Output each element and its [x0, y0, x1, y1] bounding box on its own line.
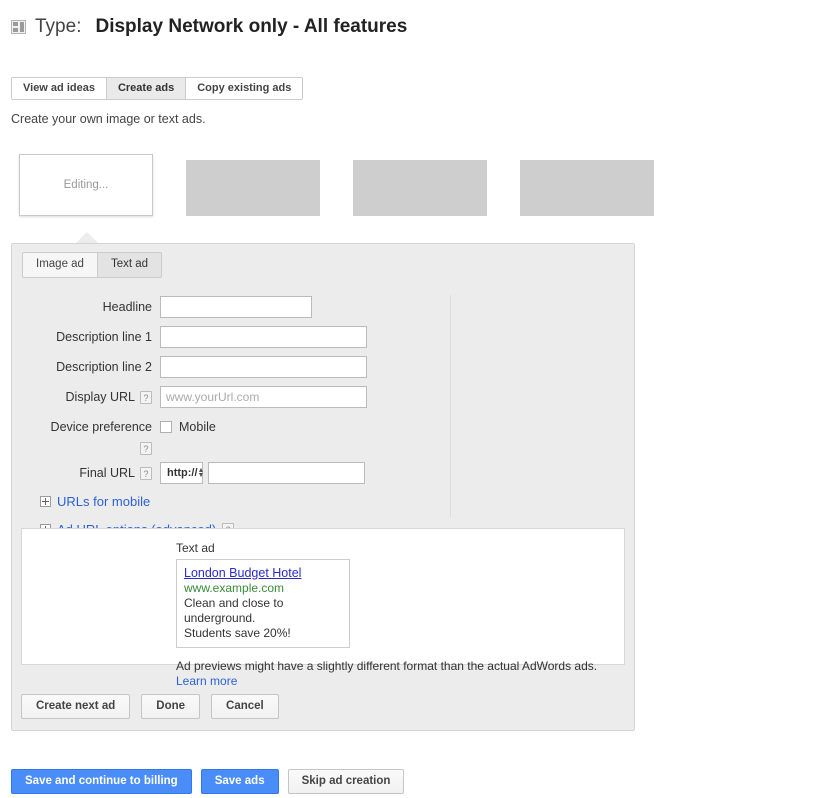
- field-row-headline: Headline: [12, 296, 636, 318]
- device-preference-label: Device preference: [50, 420, 152, 434]
- editor-action-buttons: Create next ad Done Cancel: [21, 694, 279, 719]
- campaign-type-icon: [11, 20, 26, 34]
- ad-preview-url: www.example.com: [184, 581, 285, 595]
- ad-preview-content: Text ad London Budget Hotel www.example.…: [176, 541, 597, 688]
- page-title-value: Display Network only - All features: [95, 16, 408, 37]
- ad-thumbnail-placeholder-3[interactable]: [520, 160, 654, 216]
- ad-preview-line-2: Students save 20%!: [184, 626, 291, 640]
- create-next-ad-button[interactable]: Create next ad: [21, 694, 131, 719]
- final-url-input[interactable]: [208, 462, 365, 484]
- field-row-display-url: Display URL ?: [12, 386, 636, 408]
- ad-editor-panel: Image ad Text ad Headline Description li…: [11, 243, 635, 731]
- field-row-description-2: Description line 2: [12, 356, 636, 378]
- field-row-description-1: Description line 1: [12, 326, 636, 348]
- ad-format-tabs: Image ad Text ad: [22, 252, 163, 278]
- ad-thumbnail-placeholder-1[interactable]: [186, 160, 320, 216]
- page-header: Type: Display Network only - All feature…: [11, 16, 407, 38]
- tab-create-ads[interactable]: Create ads: [106, 78, 187, 99]
- protocol-select[interactable]: http:// ▲ ▼: [160, 462, 205, 484]
- page-action-buttons: Save and continue to billing Save ads Sk…: [11, 769, 405, 794]
- description-line-2-input[interactable]: [160, 356, 367, 378]
- learn-more-link[interactable]: Learn more: [176, 674, 597, 688]
- ad-preview-caption: Text ad: [176, 541, 215, 555]
- ad-preview-box: Text ad London Budget Hotel www.example.…: [21, 528, 625, 688]
- ad-thumbnail-label: Editing...: [63, 179, 109, 191]
- save-and-continue-to-billing-button[interactable]: Save and continue to billing: [11, 769, 192, 794]
- display-url-label-group: Display URL ?: [12, 390, 160, 404]
- save-ads-button[interactable]: Save ads: [200, 769, 279, 794]
- field-row-final-url: Final URL ? http:// ▲ ▼: [12, 462, 636, 484]
- display-url-label: Display URL: [65, 390, 135, 404]
- text-ad-form: Headline Description line 1 Description …: [12, 296, 636, 548]
- description-line-1-input[interactable]: [160, 326, 367, 348]
- done-button[interactable]: Done: [141, 694, 201, 719]
- mobile-checkbox-label: Mobile: [179, 420, 216, 434]
- tab-image-ad[interactable]: Image ad: [22, 252, 98, 278]
- tab-copy-existing-ads[interactable]: Copy existing ads: [186, 78, 303, 99]
- page-title-label: Type:: [35, 16, 82, 37]
- expander-urls-for-mobile-label[interactable]: URLs for mobile: [57, 494, 150, 509]
- ad-preview-card: London Budget Hotel www.example.com Clea…: [176, 559, 350, 648]
- final-url-label-group: Final URL ?: [12, 466, 160, 480]
- ad-creation-tabs: View ad ideas Create ads Copy existing a…: [11, 77, 304, 100]
- ad-thumbnail-row: Editing...: [19, 154, 654, 216]
- ad-preview-title[interactable]: London Budget Hotel: [184, 565, 342, 581]
- ad-thumbnail-placeholder-2[interactable]: [353, 160, 487, 216]
- description-line-1-label: Description line 1: [56, 330, 152, 344]
- tab-view-ad-ideas[interactable]: View ad ideas: [12, 78, 107, 99]
- page-subtitle: Create your own image or text ads.: [11, 112, 206, 126]
- chevron-updown-icon: ▲ ▼: [197, 467, 205, 479]
- display-url-input[interactable]: [160, 386, 367, 408]
- ad-preview-note: Ad previews might have a slightly differ…: [176, 659, 598, 673]
- headline-input[interactable]: [160, 296, 312, 318]
- field-row-device-preference: Device preference Mobile: [12, 416, 636, 438]
- help-icon-display-url[interactable]: ?: [140, 390, 152, 404]
- mobile-checkbox[interactable]: [160, 421, 172, 433]
- help-icon-device-preference[interactable]: ?: [140, 442, 152, 455]
- protocol-select-value: http://: [167, 467, 198, 479]
- headline-label: Headline: [102, 300, 152, 314]
- cancel-button[interactable]: Cancel: [211, 694, 279, 719]
- ad-preview-line-1: Clean and close to underground.: [184, 596, 284, 625]
- plus-icon-urls-for-mobile[interactable]: [40, 495, 51, 507]
- panel-pointer-arrow: [76, 232, 98, 243]
- expander-urls-for-mobile[interactable]: URLs for mobile: [40, 492, 636, 510]
- final-url-label: Final URL: [79, 466, 135, 480]
- help-icon-final-url[interactable]: ?: [140, 466, 152, 480]
- ad-thumbnail-editing[interactable]: Editing...: [19, 154, 153, 216]
- description-line-2-label: Description line 2: [56, 360, 152, 374]
- device-preference-help-row: ?: [12, 442, 636, 456]
- skip-ad-creation-button[interactable]: Skip ad creation: [287, 769, 405, 794]
- tab-text-ad[interactable]: Text ad: [97, 252, 163, 278]
- device-preference-checkbox-group: Mobile: [160, 420, 216, 434]
